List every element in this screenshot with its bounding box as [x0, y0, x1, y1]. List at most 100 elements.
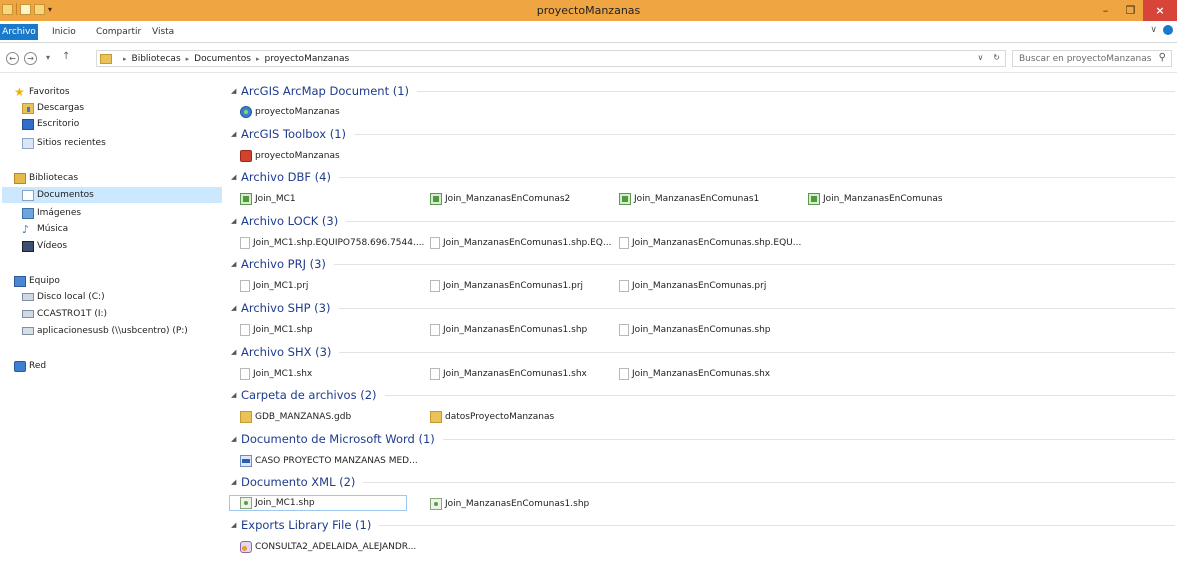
- group-header[interactable]: ◢ Archivo PRJ (3): [229, 256, 1175, 272]
- divider: [417, 90, 1175, 92]
- exports-library-icon: [240, 541, 252, 553]
- search-input[interactable]: Buscar en proyectoManzanas ⚲: [1012, 50, 1172, 67]
- back-button[interactable]: ←: [6, 52, 19, 65]
- file-item[interactable]: Join_ManzanasEnComunas1.shp: [419, 496, 589, 512]
- nav-aplicacionesusb[interactable]: aplicacionesusb (\\usbcentro) (P:): [22, 323, 188, 339]
- folder-item[interactable]: datosProyectoManzanas: [419, 409, 554, 425]
- breadcrumb-documentos[interactable]: Documentos: [194, 54, 251, 64]
- group-header[interactable]: ◢ Carpeta de archivos (2): [229, 387, 1175, 403]
- file-name: CASO PROYECTO MANZANAS MED...: [255, 456, 418, 466]
- folder-icon: [240, 411, 252, 423]
- nav-disco-local[interactable]: Disco local (C:): [22, 289, 105, 305]
- nav-ccastro1t[interactable]: CCASTRO1T (I:): [22, 306, 107, 322]
- file-item[interactable]: CONSULTA2_ADELAIDA_ALEJANDR...: [229, 539, 416, 555]
- group-header[interactable]: ◢ Archivo LOCK (3): [229, 213, 1175, 229]
- group-header[interactable]: ◢ Documento XML (2): [229, 474, 1175, 490]
- file-item[interactable]: Join_ManzanasEnComunas.shx: [608, 366, 770, 382]
- file-item[interactable]: Join_ManzanasEnComunas1.shx: [419, 366, 587, 382]
- nav-descargas[interactable]: Descargas: [22, 100, 84, 116]
- tab-archivo[interactable]: Archivo: [0, 24, 38, 40]
- collapse-triangle-icon[interactable]: ◢: [231, 260, 241, 268]
- group-title: ArcGIS ArcMap Document (1): [241, 84, 410, 98]
- nav-documentos[interactable]: Documentos: [2, 187, 222, 203]
- collapse-triangle-icon[interactable]: ◢: [231, 173, 241, 181]
- file-item[interactable]: Join_ManzanasEnComunas.shp: [608, 322, 771, 338]
- address-bar[interactable]: ▸ Bibliotecas ▸ Documentos ▸ proyectoMan…: [96, 50, 1006, 67]
- group-header[interactable]: ◢ Exports Library File (1): [229, 517, 1175, 533]
- file-item[interactable]: Join_MC1.prj: [229, 278, 308, 294]
- collapse-triangle-icon[interactable]: ◢: [231, 478, 241, 486]
- recent-locations-icon[interactable]: ▾: [46, 53, 50, 62]
- file-name: Join_MC1.shp: [255, 498, 315, 508]
- minimize-button[interactable]: –: [1093, 0, 1118, 21]
- nav-favoritos[interactable]: ★ Favoritos: [14, 84, 70, 100]
- nav-sitios-recientes[interactable]: Sitios recientes: [22, 135, 106, 151]
- file-item-focused[interactable]: Join_MC1.shp: [229, 495, 407, 511]
- restore-button[interactable]: ❐: [1118, 0, 1143, 21]
- refresh-icon[interactable]: ↻: [993, 53, 1000, 62]
- help-icon[interactable]: [1163, 25, 1173, 35]
- file-item[interactable]: Join_ManzanasEnComunas1: [608, 191, 759, 207]
- collapse-triangle-icon[interactable]: ◢: [231, 391, 241, 399]
- breadcrumb-bibliotecas[interactable]: Bibliotecas: [132, 54, 181, 64]
- nav-equipo[interactable]: Equipo: [14, 273, 60, 289]
- navigation-pane: ★ Favoritos Descargas Escritorio Sitios …: [0, 74, 222, 561]
- file-item[interactable]: Join_MC1: [229, 191, 296, 207]
- file-item[interactable]: Join_ManzanasEnComunas1.prj: [419, 278, 583, 294]
- group-title: Archivo LOCK (3): [241, 214, 339, 228]
- breadcrumb-separator[interactable]: ▸: [186, 55, 190, 63]
- expand-ribbon-icon[interactable]: ∨: [1150, 25, 1157, 35]
- downloads-folder-icon: [22, 102, 34, 114]
- file-name: Join_ManzanasEnComunas.shp: [632, 325, 771, 335]
- nav-imagenes[interactable]: Imágenes: [22, 205, 81, 221]
- divider: [354, 133, 1175, 135]
- collapse-triangle-icon[interactable]: ◢: [231, 130, 241, 138]
- file-item[interactable]: Join_MC1.shp: [229, 322, 313, 338]
- collapse-triangle-icon[interactable]: ◢: [231, 87, 241, 95]
- group-title: Exports Library File (1): [241, 518, 372, 532]
- folder-item[interactable]: GDB_MANZANAS.gdb: [229, 409, 351, 425]
- tab-compartir[interactable]: Compartir: [96, 24, 141, 40]
- file-item[interactable]: proyectoManzanas: [229, 148, 340, 164]
- tab-vista[interactable]: Vista: [152, 24, 174, 40]
- collapse-triangle-icon[interactable]: ◢: [231, 304, 241, 312]
- breadcrumb-separator[interactable]: ▸: [256, 55, 260, 63]
- file-item[interactable]: Join_ManzanasEnComunas1.shp.EQ...: [419, 235, 611, 251]
- collapse-triangle-icon[interactable]: ◢: [231, 217, 241, 225]
- collapse-triangle-icon[interactable]: ◢: [231, 348, 241, 356]
- nav-videos[interactable]: Vídeos: [22, 238, 67, 254]
- file-item[interactable]: Join_MC1.shp.EQUIPO758.696.7544....: [229, 235, 424, 251]
- nav-escritorio[interactable]: Escritorio: [22, 116, 79, 132]
- breadcrumb-proyectomanzanas[interactable]: proyectoManzanas: [265, 54, 350, 64]
- blank-file-icon: [430, 280, 440, 292]
- tab-inicio[interactable]: Inicio: [52, 24, 76, 40]
- file-item[interactable]: Join_ManzanasEnComunas1.shp: [419, 322, 587, 338]
- group-header[interactable]: ◢ Archivo SHP (3): [229, 300, 1175, 316]
- group-title: ArcGIS Toolbox (1): [241, 127, 346, 141]
- search-icon[interactable]: ⚲: [1159, 52, 1166, 63]
- group-header[interactable]: ◢ Documento de Microsoft Word (1): [229, 431, 1175, 447]
- nav-red[interactable]: Red: [14, 358, 46, 374]
- file-item[interactable]: Join_ManzanasEnComunas.shp.EQU...: [608, 235, 801, 251]
- forward-button[interactable]: →: [24, 52, 37, 65]
- nav-musica[interactable]: ♪ Música: [22, 221, 68, 237]
- collapse-triangle-icon[interactable]: ◢: [231, 435, 241, 443]
- group-header[interactable]: ◢ Archivo SHX (3): [229, 344, 1175, 360]
- close-button[interactable]: ×: [1143, 0, 1177, 21]
- file-item[interactable]: proyectoManzanas: [229, 104, 340, 120]
- collapse-triangle-icon[interactable]: ◢: [231, 521, 241, 529]
- group-header[interactable]: ◢ ArcGIS ArcMap Document (1): [229, 83, 1175, 99]
- file-item[interactable]: Join_MC1.shx: [229, 366, 312, 382]
- divider: [384, 394, 1175, 396]
- file-item[interactable]: Join_ManzanasEnComunas.prj: [608, 278, 766, 294]
- file-name: Join_ManzanasEnComunas1.shp.EQ...: [443, 238, 612, 248]
- address-history-icon[interactable]: ∨: [977, 53, 983, 62]
- nav-bibliotecas[interactable]: Bibliotecas: [14, 170, 78, 186]
- breadcrumb-separator[interactable]: ▸: [123, 55, 127, 63]
- group-header[interactable]: ◢ ArcGIS Toolbox (1): [229, 126, 1175, 142]
- file-item[interactable]: Join_ManzanasEnComunas: [797, 191, 943, 207]
- up-button[interactable]: ↑: [62, 51, 70, 62]
- group-header[interactable]: ◢ Archivo DBF (4): [229, 169, 1175, 185]
- file-item[interactable]: CASO PROYECTO MANZANAS MED...: [229, 453, 418, 469]
- file-item[interactable]: Join_ManzanasEnComunas2: [419, 191, 570, 207]
